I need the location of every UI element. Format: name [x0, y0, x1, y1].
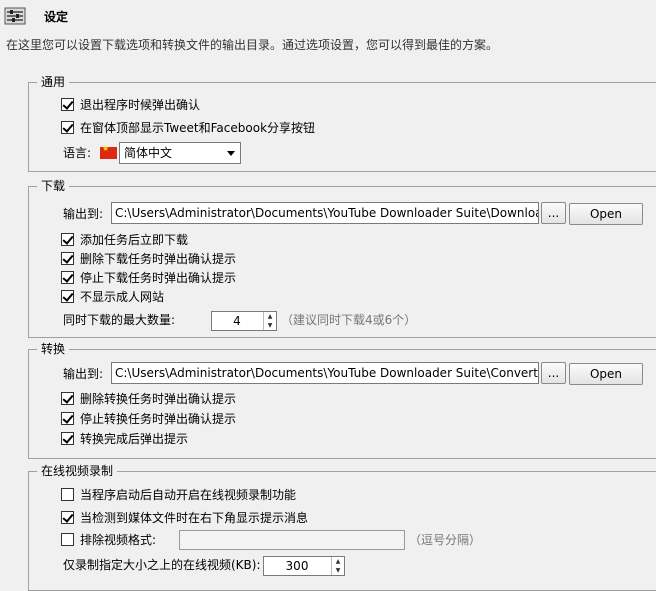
download-confirm-delete-label: 删除下载任务时弹出确认提示: [80, 252, 237, 266]
convert-option-notify-done[interactable]: 转换完成后弹出提示: [61, 430, 188, 448]
convert-browse-button[interactable]: ...: [541, 362, 566, 384]
download-output-label: 输出到:: [63, 207, 104, 221]
download-hide-adult-checkbox[interactable]: [61, 290, 74, 303]
convert-option-confirm-delete[interactable]: 删除转换任务时弹出确认提示: [61, 390, 236, 408]
chevron-up-icon[interactable]: ▲: [264, 312, 276, 321]
download-autostart-label: 添加任务后立即下载: [80, 233, 189, 247]
download-legend: 下载: [37, 178, 70, 194]
exclude-formats-hint: （逗号分隔）: [409, 533, 482, 547]
language-select[interactable]: 简体中文: [119, 142, 241, 164]
record-group: 在线视频录制 当程序启动后自动开启在线视频录制功能 当检测到媒体文件时在右下角显…: [28, 463, 656, 591]
download-option-autostart[interactable]: 添加任务后立即下载: [61, 231, 188, 249]
convert-output-label: 输出到:: [63, 367, 104, 381]
download-group: 下载 输出到: C:\Users\Administrator\Documents…: [28, 178, 656, 338]
record-autostart-option[interactable]: 当程序启动后自动开启在线视频录制功能: [61, 486, 296, 504]
stepper-arrows[interactable]: ▲ ▼: [331, 557, 344, 575]
record-legend: 在线视频录制: [37, 463, 118, 479]
general-legend: 通用: [37, 74, 70, 90]
show-share-checkbox[interactable]: [61, 121, 74, 134]
convert-notify-done-label: 转换完成后弹出提示: [80, 432, 189, 446]
stepper-arrows[interactable]: ▲ ▼: [263, 312, 276, 330]
download-output-path[interactable]: C:\Users\Administrator\Documents\YouTube…: [111, 202, 539, 224]
general-group: 通用 退出程序时候弹出确认 在窗体顶部显示Tweet和Facebook分享按钮 …: [28, 74, 656, 172]
download-option-confirm-delete[interactable]: 删除下载任务时弹出确认提示: [61, 250, 236, 268]
min-size-value: 300: [285, 559, 309, 573]
convert-output-path[interactable]: C:\Users\Administrator\Documents\YouTube…: [111, 362, 539, 384]
download-open-button[interactable]: Open: [569, 203, 643, 225]
page-description: 在这里您可以设置下载选项和转换文件的输出目录。通过选项设置，您可以得到最佳的方案…: [6, 38, 499, 52]
convert-confirm-stop-checkbox[interactable]: [61, 412, 74, 425]
download-confirm-stop-checkbox[interactable]: [61, 271, 74, 284]
record-autostart-checkbox[interactable]: [61, 488, 74, 501]
convert-legend: 转换: [37, 341, 70, 357]
record-notify-checkbox[interactable]: [61, 511, 74, 524]
convert-notify-done-checkbox[interactable]: [61, 432, 74, 445]
page-title: 设定: [44, 10, 69, 24]
record-exclude-option[interactable]: 排除视频格式:: [61, 531, 156, 549]
confirm-exit-label: 退出程序时候弹出确认: [80, 98, 201, 112]
record-exclude-checkbox[interactable]: [61, 533, 74, 546]
download-hide-adult-label: 不显示成人网站: [80, 290, 165, 304]
chevron-up-icon[interactable]: ▲: [332, 557, 344, 566]
download-option-confirm-stop[interactable]: 停止下载任务时弹出确认提示: [61, 269, 236, 287]
record-exclude-label: 排除视频格式:: [80, 533, 157, 547]
confirm-exit-checkbox[interactable]: [61, 98, 74, 111]
language-value: 简体中文: [124, 146, 173, 160]
download-option-hide-adult[interactable]: 不显示成人网站: [61, 288, 164, 306]
chevron-down-icon[interactable]: ▼: [264, 321, 276, 330]
download-confirm-stop-label: 停止下载任务时弹出确认提示: [80, 271, 237, 285]
settings-icon: [4, 7, 26, 25]
record-notify-label: 当检测到媒体文件时在右下角显示提示消息: [80, 511, 309, 525]
convert-option-confirm-stop[interactable]: 停止转换任务时弹出确认提示: [61, 410, 236, 428]
show-share-label: 在窗体顶部显示Tweet和Facebook分享按钮: [80, 121, 316, 135]
language-label: 语言:: [63, 146, 92, 160]
max-downloads-hint: （建议同时下载4或6个）: [281, 313, 417, 327]
show-share-option[interactable]: 在窗体顶部显示Tweet和Facebook分享按钮: [61, 119, 315, 137]
min-size-stepper[interactable]: 300 ▲ ▼: [263, 556, 345, 576]
chevron-down-icon[interactable]: ▼: [332, 566, 344, 575]
confirm-exit-option[interactable]: 退出程序时候弹出确认: [61, 96, 200, 114]
convert-confirm-delete-checkbox[interactable]: [61, 392, 74, 405]
exclude-formats-input[interactable]: [179, 530, 405, 550]
settings-header: 设定 在这里您可以设置下载选项和转换文件的输出目录。通过选项设置，您可以得到最佳…: [0, 0, 656, 60]
max-downloads-value: 4: [233, 314, 241, 328]
download-browse-button[interactable]: ...: [541, 202, 566, 224]
convert-open-button[interactable]: Open: [569, 363, 643, 385]
record-notify-option[interactable]: 当检测到媒体文件时在右下角显示提示消息: [61, 509, 308, 527]
max-downloads-stepper[interactable]: 4 ▲ ▼: [211, 311, 277, 331]
chevron-down-icon: [227, 151, 235, 156]
record-autostart-label: 当程序启动后自动开启在线视频录制功能: [80, 488, 297, 502]
download-autostart-checkbox[interactable]: [61, 233, 74, 246]
convert-group: 转换 输出到: C:\Users\Administrator\Documents…: [28, 341, 656, 459]
max-downloads-label: 同时下载的最大数量:: [63, 313, 176, 327]
min-size-label: 仅录制指定大小之上的在线视频(KB):: [63, 558, 261, 572]
convert-confirm-stop-label: 停止转换任务时弹出确认提示: [80, 412, 237, 426]
convert-confirm-delete-label: 删除转换任务时弹出确认提示: [80, 392, 237, 406]
download-confirm-delete-checkbox[interactable]: [61, 252, 74, 265]
china-flag-icon: [100, 144, 117, 159]
